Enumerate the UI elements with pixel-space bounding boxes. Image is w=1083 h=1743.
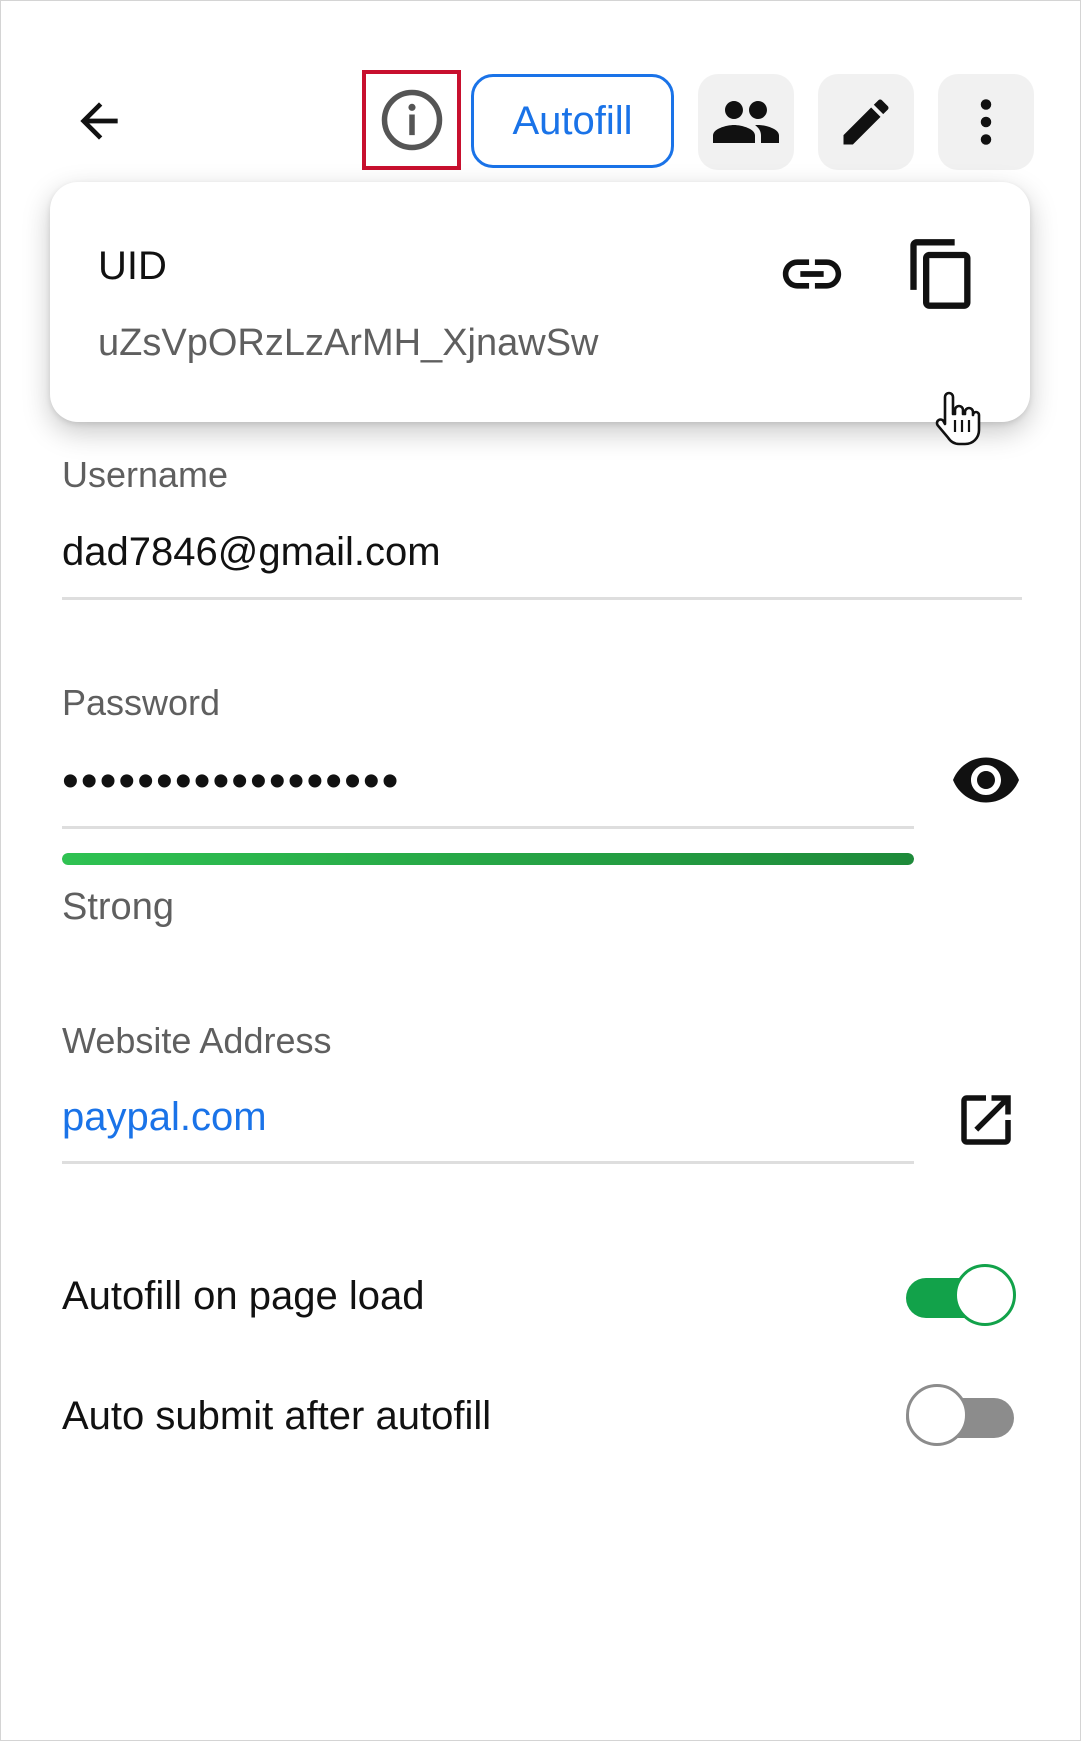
people-icon <box>713 101 779 143</box>
autofill-on-load-label: Autofill on page load <box>62 1274 425 1318</box>
website-divider <box>62 1161 914 1164</box>
info-button[interactable] <box>362 70 461 170</box>
open-external-icon <box>961 1095 1011 1145</box>
password-divider <box>62 826 914 829</box>
copy-link-button[interactable] <box>766 228 858 320</box>
password-value[interactable]: •••••••••••••••••• <box>62 754 400 809</box>
auto-submit-toggle[interactable] <box>906 1384 1018 1450</box>
show-password-button[interactable] <box>946 740 1026 820</box>
info-circle-icon <box>381 89 442 151</box>
password-strength-bar <box>62 853 914 865</box>
uid-value: uZsVpORzLzArMH_XjnawSw <box>98 322 599 364</box>
eye-icon <box>953 757 1019 803</box>
back-button[interactable] <box>60 82 138 160</box>
autofill-button[interactable]: Autofill <box>471 74 674 168</box>
share-button[interactable] <box>698 74 794 170</box>
hand-cursor-icon <box>935 391 981 446</box>
link-icon <box>782 259 842 289</box>
uid-title: UID <box>98 244 167 288</box>
pencil-icon <box>843 99 889 145</box>
auto-submit-label: Auto submit after autofill <box>62 1394 492 1438</box>
website-label: Website Address <box>62 1020 332 1061</box>
password-strength-label: Strong <box>62 886 174 928</box>
website-link[interactable]: paypal.com <box>62 1095 267 1140</box>
toggle-knob <box>954 1264 1016 1326</box>
toggle-knob <box>906 1384 968 1446</box>
uid-popover: UID uZsVpORzLzArMH_XjnawSw <box>50 182 1030 422</box>
username-label: Username <box>62 454 229 495</box>
more-vertical-icon <box>980 99 992 145</box>
edit-button[interactable] <box>818 74 914 170</box>
copy-uid-button[interactable] <box>896 228 988 320</box>
autofill-on-load-toggle[interactable] <box>906 1264 1018 1330</box>
open-website-button[interactable] <box>946 1080 1026 1160</box>
password-label: Password <box>62 682 221 723</box>
password-strength-fill <box>62 853 914 865</box>
username-divider <box>62 597 1022 600</box>
arrow-left-icon <box>80 102 118 140</box>
username-value[interactable]: dad7846@gmail.com <box>62 530 441 575</box>
more-options-button[interactable] <box>938 74 1034 170</box>
copy-icon <box>910 239 971 309</box>
